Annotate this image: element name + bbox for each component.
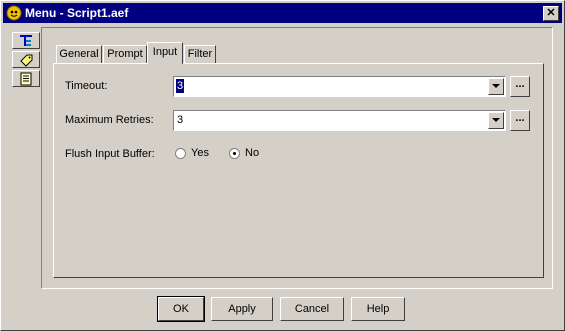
dialog-window: Menu - Script1.aef ✕ General Prompt Inpu… (0, 0, 565, 331)
help-button[interactable]: Help (351, 297, 405, 321)
tab-general[interactable]: General (56, 45, 102, 63)
ok-button[interactable]: OK (157, 296, 205, 322)
tab-filter[interactable]: Filter (184, 45, 216, 63)
flush-no-label: No (245, 147, 260, 159)
max-retries-label: Maximum Retries: (65, 114, 154, 126)
flush-yes-radio[interactable] (175, 148, 186, 159)
cancel-button[interactable]: Cancel (280, 297, 344, 321)
title-bar: Menu - Script1.aef ✕ (3, 3, 562, 23)
close-button[interactable]: ✕ (543, 6, 559, 21)
timeout-label: Timeout: (65, 80, 108, 92)
max-retries-browse-button[interactable]: ... (510, 110, 530, 131)
flush-input-label: Flush Input Buffer: (65, 148, 155, 160)
chevron-down-icon[interactable] (488, 78, 504, 95)
chevron-down-icon[interactable] (488, 112, 504, 129)
app-icon (6, 5, 22, 21)
max-retries-combobox[interactable]: 3 (173, 110, 506, 131)
timeout-combobox[interactable]: 3 (173, 76, 506, 97)
sidebar-tree-button[interactable] (12, 32, 40, 49)
apply-button[interactable]: Apply (211, 297, 273, 321)
max-retries-value: 3 (177, 114, 184, 126)
timeout-browse-button[interactable]: ... (510, 76, 530, 97)
window-title: Menu - Script1.aef (25, 6, 129, 20)
flush-yes-label: Yes (191, 147, 209, 159)
timeout-value: 3 (176, 79, 185, 93)
sidebar-document-button[interactable] (12, 70, 40, 87)
tab-prompt[interactable]: Prompt (103, 45, 147, 63)
tab-input[interactable]: Input (147, 42, 183, 64)
sidebar-tag-button[interactable] (12, 51, 40, 68)
flush-no-radio[interactable] (229, 148, 240, 159)
